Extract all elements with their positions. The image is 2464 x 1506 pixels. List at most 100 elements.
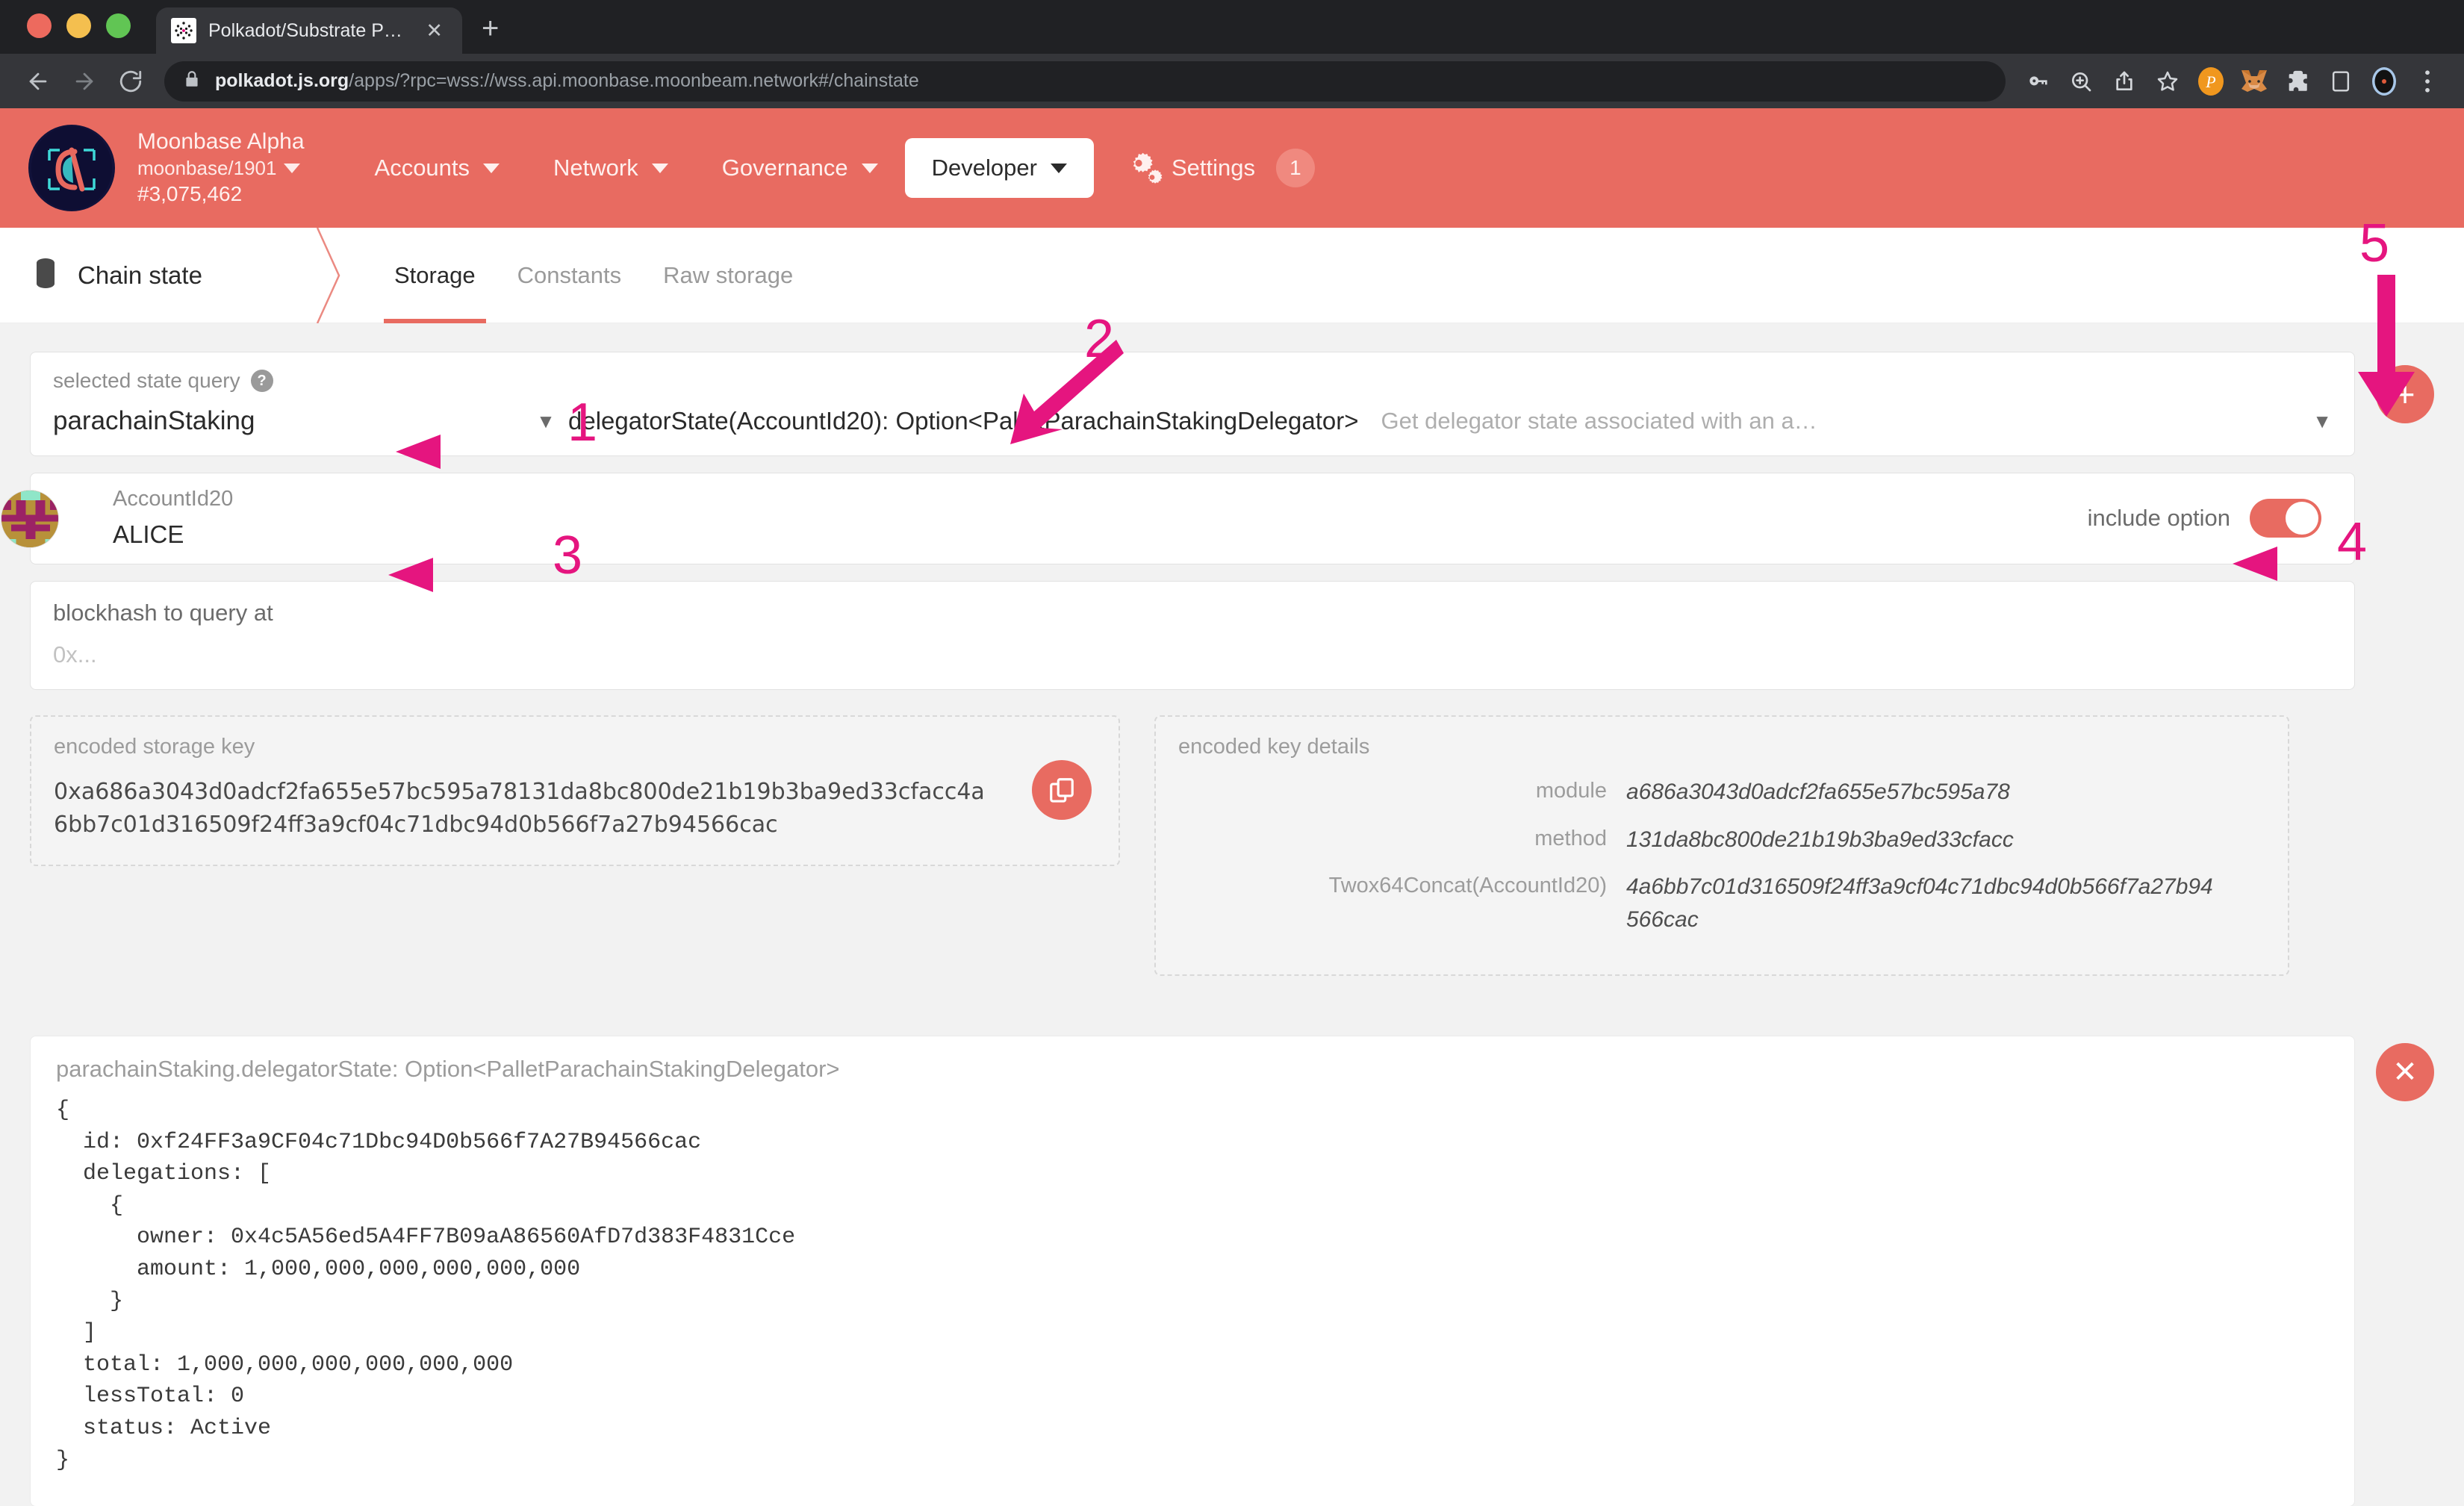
result-header: parachainStaking.delegatorState: Option<… [56, 1056, 840, 1082]
detail-value: a686a3043d0adcf2fa655e57bc595a78 [1626, 780, 2010, 804]
main-nav: Accounts Network Governance Developer Se… [348, 132, 1328, 204]
forward-arrow-icon[interactable] [61, 58, 108, 105]
chain-spec: moonbase/1901 [137, 156, 305, 181]
browser-tabstrip: Polkadot/Substrate Portal ✕ + [0, 0, 2464, 54]
nav-label-governance: Governance [721, 155, 848, 181]
page-tabs: Storage Constants Raw storage [373, 228, 814, 323]
settings-label: Settings [1171, 155, 1255, 181]
query-label-text: selected state query [53, 369, 240, 392]
nav-label-network: Network [553, 155, 638, 181]
chain-name: Moonbase Alpha [137, 129, 305, 155]
argument-type-label: AccountId20 [113, 487, 234, 511]
nav-item-accounts[interactable]: Accounts [348, 138, 527, 198]
extensions-puzzle-icon[interactable] [2276, 60, 2319, 103]
account-argument-panel: AccountId20 ALICE include option [1, 473, 2355, 564]
block-number: #3,075,462 [137, 182, 243, 206]
chevron-down-icon [483, 163, 500, 173]
module-dropdown[interactable]: parachainStaking [53, 406, 523, 436]
query-row: selected state query ? parachainStaking … [0, 352, 2464, 456]
address-bar-text: polkadot.js.org/apps/?rpc=wss://wss.api.… [215, 70, 919, 92]
browser-tab[interactable]: Polkadot/Substrate Portal ✕ [156, 7, 462, 54]
nav-label-developer: Developer [931, 155, 1037, 181]
detail-value: 4a6bb7c01d316509f24ff3a9cf04c71dbc94d0b5… [1626, 874, 2213, 932]
password-key-icon[interactable] [2016, 60, 2059, 103]
detail-row: Twox64Concat(AccountId20) 4a6bb7c01d3165… [1178, 871, 2265, 936]
account-value[interactable]: ALICE [113, 520, 2088, 549]
back-arrow-icon[interactable] [15, 58, 61, 105]
tab-raw-storage[interactable]: Raw storage [642, 228, 814, 323]
result-row: parachainStaking.delegatorState: Option<… [0, 1036, 2464, 1506]
page-subheader: Chain state Storage Constants Raw storag… [0, 227, 2464, 324]
metamask-fox-icon[interactable] [2233, 60, 2276, 103]
encoded-storage-key-panel: encoded storage key 0xa686a3043d0adcf2fa… [30, 715, 1120, 866]
nav-item-developer[interactable]: Developer [904, 138, 1094, 198]
nav-item-governance[interactable]: Governance [695, 138, 905, 198]
blockhash-panel: blockhash to query at 0x... [30, 581, 2355, 690]
avatar [1, 489, 59, 548]
method-description: Get delegator state associated with an a… [1381, 408, 1817, 434]
reload-icon[interactable] [108, 58, 154, 105]
bookmark-star-icon[interactable] [2146, 60, 2189, 103]
encoded-key-details-panel: encoded key details module a686a3043d0ad… [1154, 715, 2289, 976]
selected-state-query-panel: selected state query ? parachainStaking … [30, 352, 2355, 456]
gear-icon [1124, 152, 1163, 184]
maximize-window-button[interactable] [106, 13, 131, 38]
settings-badge: 1 [1275, 149, 1315, 187]
query-selectors: parachainStaking ▼ delegatorState(Accoun… [53, 406, 2332, 436]
tab-storage[interactable]: Storage [373, 228, 497, 323]
encoded-storage-key-title: encoded storage key [54, 735, 255, 759]
help-icon[interactable]: ? [250, 370, 273, 392]
new-tab-button[interactable]: + [482, 13, 499, 54]
blockhash-input[interactable]: 0x... [53, 641, 2332, 668]
detail-row: method 131da8bc800de21b19b3ba9ed33cfacc [1178, 824, 2265, 856]
close-tab-button[interactable]: ✕ [421, 20, 447, 41]
chain-selector[interactable]: Moonbase Alpha moonbase/1901 #3,075,462 [137, 128, 305, 208]
browser-menu-icon[interactable] [2406, 60, 2449, 103]
encoded-key-details-title: encoded key details [1178, 735, 1370, 759]
tab-storage-label: Storage [394, 261, 476, 288]
toolbar-icons: P [2016, 60, 2449, 103]
tab-raw-storage-label: Raw storage [663, 261, 794, 288]
minimize-window-button[interactable] [66, 13, 91, 38]
query-result-panel: parachainStaking.delegatorState: Option<… [30, 1036, 2355, 1506]
argument-row: AccountId20 ALICE include option [0, 473, 2464, 564]
url-domain: polkadot.js.org [215, 70, 349, 91]
svg-text:P: P [2205, 72, 2215, 91]
zoom-search-icon[interactable] [2059, 60, 2103, 103]
address-bar[interactable]: polkadot.js.org/apps/?rpc=wss://wss.api.… [164, 60, 2006, 102]
polkadot-favicon-icon [171, 18, 196, 43]
chain-spec-label: moonbase/1901 [137, 156, 277, 179]
toggle-knob [2286, 501, 2318, 535]
close-window-button[interactable] [27, 13, 52, 38]
breadcrumb: Chain state [0, 256, 314, 294]
detail-value: 131da8bc800de21b19b3ba9ed33cfacc [1626, 827, 2014, 852]
polkadot-extension-icon[interactable]: P [2189, 60, 2233, 103]
profile-avatar-icon[interactable] [2362, 60, 2406, 103]
chevron-down-icon [1050, 163, 1067, 173]
encoded-row: encoded storage key 0xa686a3043d0adcf2fa… [0, 715, 2464, 976]
add-query-button[interactable]: + [2376, 365, 2434, 423]
copy-icon[interactable] [1032, 760, 1092, 820]
chevron-down-icon[interactable]: ▼ [2295, 410, 2332, 433]
detail-key: method [1534, 826, 1607, 850]
include-option-toggle[interactable] [2250, 498, 2321, 538]
nav-item-network[interactable]: Network [526, 138, 695, 198]
chevron-down-icon[interactable] [284, 164, 301, 174]
nav-item-settings[interactable]: Settings 1 [1110, 132, 1328, 204]
share-icon[interactable] [2103, 60, 2146, 103]
close-result-button[interactable]: ✕ [2376, 1043, 2434, 1101]
browser-window: Polkadot/Substrate Portal ✕ + polkadot.j… [0, 0, 2464, 1506]
sidebar-panel-icon[interactable] [2319, 60, 2362, 103]
url-path: /apps/?rpc=wss://wss.api.moonbase.moonbe… [349, 70, 919, 91]
breadcrumb-label: Chain state [78, 261, 202, 289]
account-argument-field[interactable]: AccountId20 ALICE [113, 487, 2088, 549]
method-dropdown[interactable]: delegatorState(AccountId20): Option<Pall… [568, 407, 1359, 435]
include-option-group: include option [2088, 498, 2332, 538]
chevron-down-icon[interactable]: ▼ [523, 410, 568, 433]
blockhash-label: blockhash to query at [53, 600, 273, 626]
tab-constants[interactable]: Constants [497, 228, 643, 323]
lock-icon [182, 69, 202, 93]
nav-label-accounts: Accounts [374, 155, 470, 181]
database-icon [30, 256, 61, 294]
main-content: selected state query ? parachainStaking … [0, 323, 2464, 1506]
